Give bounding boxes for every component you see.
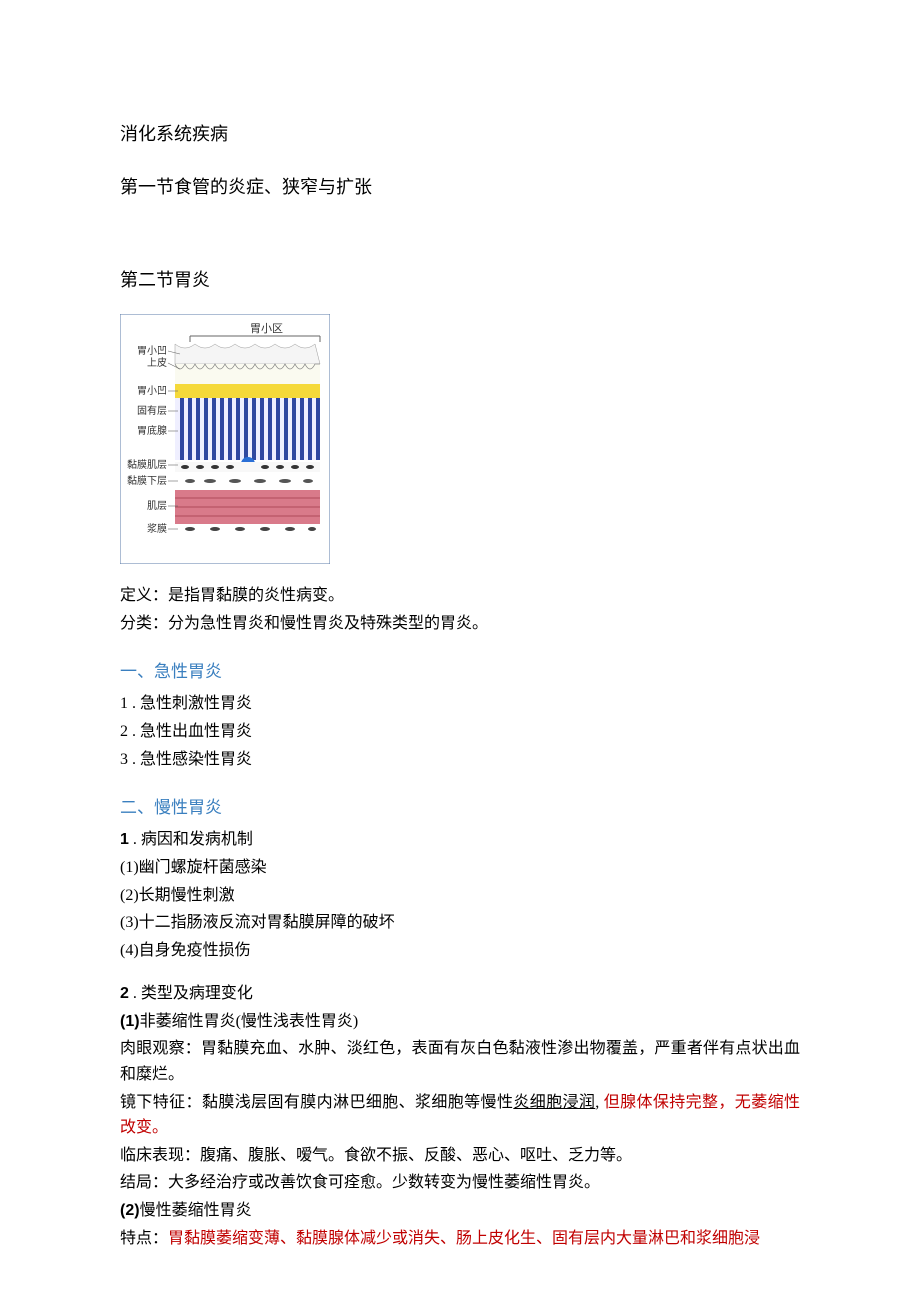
svg-text:黏膜肌层: 黏膜肌层 [127, 458, 167, 471]
types-heading-text: . 类型及病理变化 [129, 985, 253, 1002]
cause-4: (4)自身免疫性损伤 [120, 938, 800, 964]
svg-text:胃小凹: 胃小凹 [137, 385, 167, 397]
chronic-cause-heading: 1 . 病因和发病机制 [120, 827, 800, 853]
type1-outcome: 结局：大多经治疗或改善饮食可痊愈。少数转变为慢性萎缩性胃炎。 [120, 1170, 800, 1196]
cause-heading-text: . 病因和发病机制 [129, 831, 253, 848]
type1-clinical: 临床表现：腹痛、腹胀、嗳气。食欲不振、反酸、恶心、呕吐、乏力等。 [120, 1143, 800, 1169]
type2-feature-label: 特点： [120, 1230, 168, 1247]
svg-text:上皮: 上皮 [147, 356, 167, 369]
type1-micro-pre: 镜下特征：黏膜浅层固有膜内淋巴细胞、浆细胞等慢性 [120, 1094, 513, 1111]
type1-micro-mid: , [595, 1094, 603, 1111]
type2-feature: 特点：胃黏膜萎缩变薄、黏膜腺体减少或消失、肠上皮化生、固有层内大量淋巴和浆细胞浸 [120, 1226, 800, 1252]
num-2: 2 [120, 985, 129, 1002]
spacer [120, 965, 800, 979]
svg-text:浆膜: 浆膜 [147, 522, 167, 535]
diagram-svg: 胃小区 [120, 314, 330, 564]
type1-title: 非萎缩性胃炎(慢性浅表性胃炎) [140, 1013, 359, 1030]
cause-2: (2)长期慢性刺激 [120, 883, 800, 909]
type1-macro: 肉眼观察：胃黏膜充血、水肿、淡红色，表面有灰白色黏液性渗出物覆盖，严重者伴有点状… [120, 1036, 800, 1087]
spacer [120, 222, 800, 242]
cause-3: (3)十二指肠液反流对胃黏膜屏障的破坏 [120, 910, 800, 936]
document-title: 消化系统疾病 [120, 120, 800, 149]
type1-num: (1) [120, 1013, 140, 1030]
chronic-types-heading: 2 . 类型及病理变化 [120, 981, 800, 1007]
type2-title: 慢性萎缩性胃炎 [140, 1202, 252, 1219]
document-page: 消化系统疾病 第一节食管的炎症、狭窄与扩张 第二节胃炎 胃小区 [0, 0, 920, 1313]
chronic-gastritis-heading: 二、慢性胃炎 [120, 794, 800, 821]
section-2-heading: 第二节胃炎 [120, 266, 800, 295]
classification-text: 分类：分为急性胃炎和慢性胃炎及特殊类型的胃炎。 [120, 611, 800, 637]
num-1: 1 [120, 831, 129, 848]
acute-item-2: 2 . 急性出血性胃炎 [120, 719, 800, 745]
acute-item-1: 1 . 急性刺激性胃炎 [120, 691, 800, 717]
type1-micro: 镜下特征：黏膜浅层固有膜内淋巴细胞、浆细胞等慢性炎细胞浸润, 但腺体保持完整，无… [120, 1090, 800, 1141]
acute-item-3: 3 . 急性感染性胃炎 [120, 747, 800, 773]
definition-text: 定义：是指胃黏膜的炎性病变。 [120, 583, 800, 609]
svg-text:胃底腺: 胃底腺 [137, 424, 167, 437]
svg-text:固有层: 固有层 [137, 404, 167, 417]
diagram-top-label: 胃小区 [250, 322, 283, 335]
cause-1: (1)幽门螺旋杆菌感染 [120, 855, 800, 881]
svg-text:胃小凹: 胃小凹 [137, 345, 167, 357]
type2-feature-red: 胃黏膜萎缩变薄、黏膜腺体减少或消失、肠上皮化生、固有层内大量淋巴和浆细胞浸 [168, 1230, 760, 1247]
type2-title-line: (2)慢性萎缩性胃炎 [120, 1198, 800, 1224]
section-1-heading: 第一节食管的炎症、狭窄与扩张 [120, 173, 800, 202]
type2-num: (2) [120, 1202, 140, 1219]
type1-title-line: (1)非萎缩性胃炎(慢性浅表性胃炎) [120, 1009, 800, 1035]
svg-text:黏膜下层: 黏膜下层 [127, 474, 167, 487]
gastric-wall-diagram: 胃小区 [120, 314, 330, 573]
type1-micro-underline: 炎细胞浸润 [513, 1094, 595, 1111]
acute-gastritis-heading: 一、急性胃炎 [120, 658, 800, 685]
svg-text:肌层: 肌层 [147, 500, 167, 512]
